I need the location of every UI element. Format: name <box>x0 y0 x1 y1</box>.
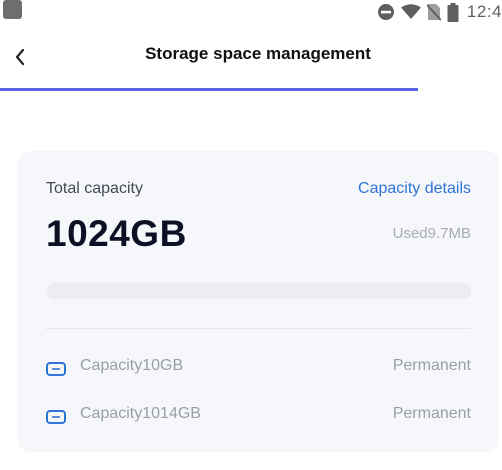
status-icons: 12:4 <box>371 2 502 22</box>
capacity-item-status: Permanent <box>392 357 471 374</box>
storage-progress-bar <box>46 283 471 299</box>
status-bar: 12:4 <box>0 0 502 26</box>
capacity-item-name: Capacity1014GB <box>80 405 201 422</box>
storage-drive-icon <box>46 410 66 424</box>
storage-card: Total capacity Capacity details 1024GB U… <box>18 151 499 452</box>
total-capacity-label: Total capacity <box>46 180 143 197</box>
used-storage-text: Used9.7MB <box>392 225 471 242</box>
status-time: 12:4 <box>466 2 502 21</box>
divider <box>46 328 471 329</box>
capacity-item-name: Capacity10GB <box>80 357 184 374</box>
header-indicator <box>0 88 418 91</box>
capacity-item: Capacity1014GB Permanent <box>46 403 471 427</box>
page-title: Storage space management <box>145 44 371 63</box>
app-icon <box>3 0 22 19</box>
capacity-details-link[interactable]: Capacity details <box>358 180 471 198</box>
battery-icon <box>447 2 459 22</box>
do-not-disturb-icon <box>377 4 394 20</box>
storage-drive-icon <box>46 362 66 376</box>
capacity-item-status: Permanent <box>392 405 471 422</box>
wifi-icon <box>400 4 421 19</box>
total-capacity-value: 1024GB <box>46 213 187 254</box>
capacity-item: Capacity10GB Permanent <box>46 355 471 379</box>
app-header: Storage space management <box>0 30 502 82</box>
no-sim-icon <box>426 4 441 21</box>
